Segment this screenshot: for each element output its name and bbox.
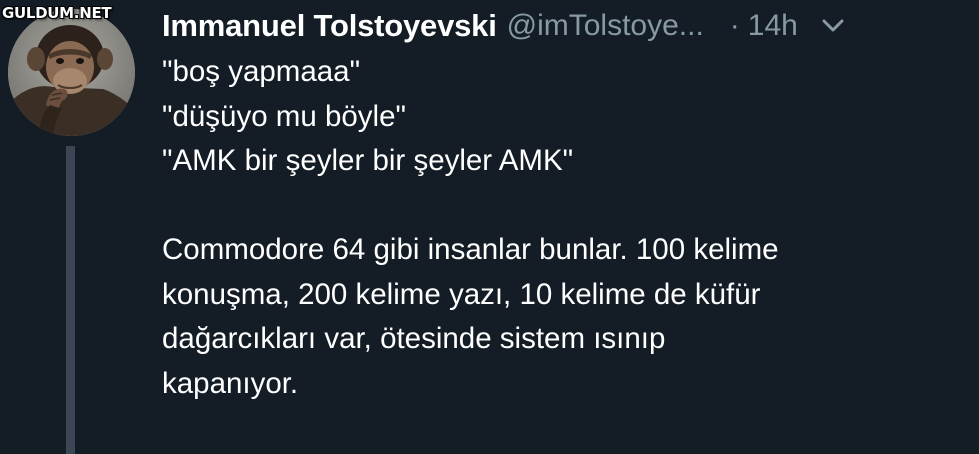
tweet-text: "boş yapmaaa" "düşüyo mu böyle" "AMK bir… [162,50,962,406]
tweet-timestamp[interactable]: 14h [748,9,798,43]
tweet-card: GULDUM.NET Immanuel Tolstoyevski @imTols… [0,0,979,454]
tweet-text-line: dağarcıkları var, ötesinde sistem ısınıp [162,322,666,355]
tweet-header: Immanuel Tolstoyevski @imTolstoye... · 1… [162,2,959,50]
author-handle[interactable]: @imTolstoye... [507,9,704,43]
header-separator: · [729,9,740,42]
tweet-text-line: "boş yapmaaa" [162,55,361,88]
tweet-text-line: Commodore 64 gibi insanlar bunlar. 100 k… [162,233,779,266]
tweet-text-line: konuşma, 200 kelime yazı, 10 kelime de k… [162,277,761,311]
thread-connector-line [66,146,75,454]
author-display-name[interactable]: Immanuel Tolstoyevski [162,8,497,44]
tweet-text-line: "AMK bir şeyler bir şeyler AMK" [162,144,574,177]
avatar[interactable] [8,9,135,136]
tweet-text-line: kapanıyor. [162,366,299,400]
watermark-logo: GULDUM.NET [2,4,112,22]
tweet-text-line: "düşüyo mu böyle" [162,99,406,133]
chimpanzee-avatar-image [8,9,135,136]
chevron-down-icon[interactable] [822,19,844,33]
